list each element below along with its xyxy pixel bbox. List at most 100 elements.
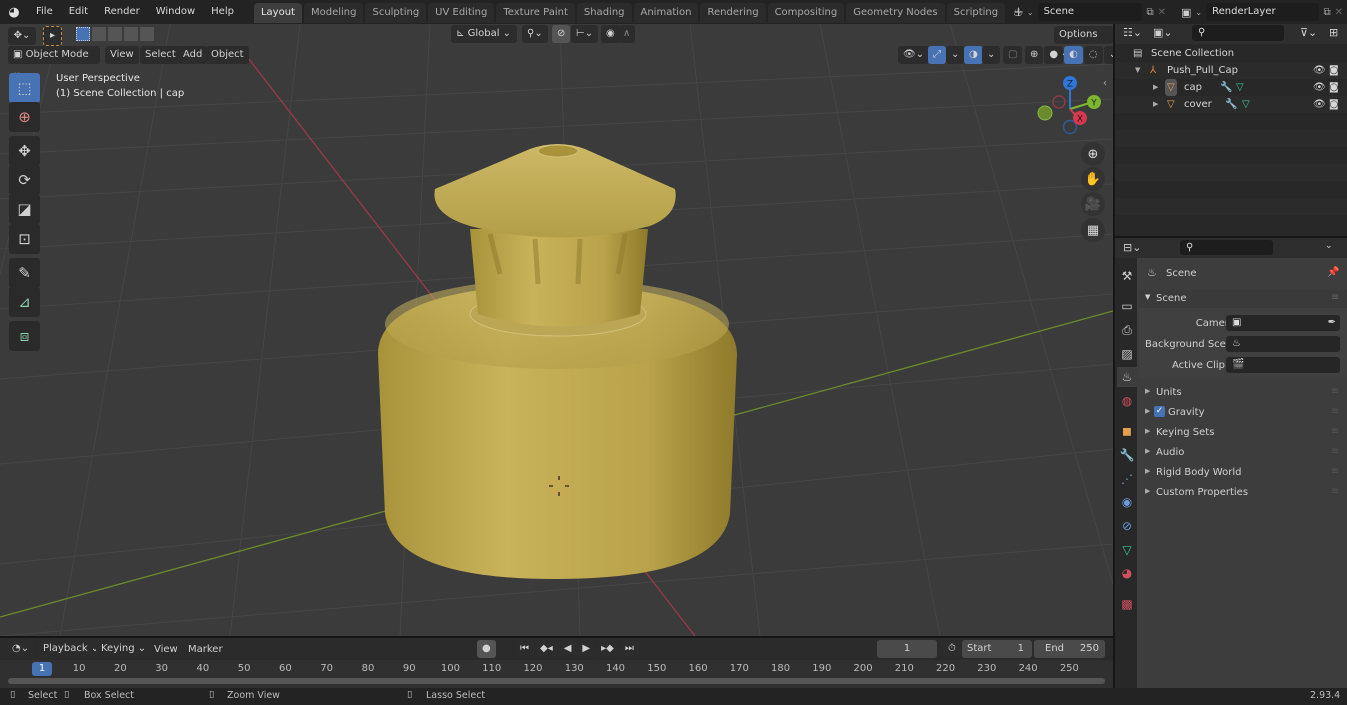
output-tab[interactable]: ⎙ — [1117, 320, 1137, 340]
constraints-tab[interactable]: ⊘ — [1117, 516, 1137, 536]
timeline-editor-type[interactable]: ◔⌄ — [7, 640, 35, 658]
gravity-checkbox[interactable]: ✓ — [1154, 406, 1165, 417]
scale-tool[interactable]: ◪ — [9, 194, 40, 224]
subpanel-rigid-body-world[interactable]: ▶ Rigid Body World ≡ — [1139, 464, 1347, 482]
playhead[interactable]: 1 — [32, 662, 52, 676]
outliner-search-input[interactable]: ⚲ — [1192, 25, 1284, 41]
filter-view-layer-dropdown[interactable]: ▣⌄ — [1153, 26, 1173, 39]
outliner-row-object[interactable]: ▶ ▽ cover 🔧 ▽ 👁 ◙ — [1115, 96, 1347, 113]
drag-handle-icon[interactable]: ≡ — [1331, 406, 1339, 417]
tab-shading[interactable]: Shading — [576, 3, 632, 23]
select-intersect-icon[interactable] — [140, 27, 154, 41]
outliner-row-collection[interactable]: ▼ ⅄ Push_Pull_Cap 👁 ◙ — [1115, 62, 1347, 79]
view-layer-tab[interactable]: ▨ — [1117, 344, 1137, 364]
drag-handle-icon[interactable]: ≡ — [1331, 446, 1339, 457]
expand-arrow-icon[interactable]: ▼ — [1135, 62, 1140, 79]
visibility-eye-icon[interactable]: 👁 — [1313, 79, 1326, 96]
auto-keying-toggle[interactable]: ● — [477, 640, 496, 658]
display-mode-dropdown[interactable]: ☷⌄ — [1123, 26, 1142, 39]
new-view-layer-icon[interactable]: ⧉ — [1323, 7, 1330, 18]
shading-dropdown[interactable]: ⌄ — [1103, 46, 1113, 64]
subpanel-units[interactable]: ▶ Units ≡ — [1139, 384, 1347, 402]
material-tab[interactable]: ◕ — [1117, 563, 1137, 583]
tab-scripting[interactable]: Scripting — [946, 3, 1006, 23]
outliner-row-scene-collection[interactable]: ▤ Scene Collection — [1115, 45, 1347, 62]
gizmo-dropdown[interactable]: ⌄ — [946, 46, 965, 64]
outliner-row-object[interactable]: ▶ ▽ cap 🔧 ▽ 👁 ◙ — [1115, 79, 1347, 96]
proportional-edit-toggle[interactable]: ◉ — [601, 25, 620, 43]
tab-uv-editing[interactable]: UV Editing — [428, 3, 495, 23]
play-reverse-button[interactable]: ◀ — [558, 640, 577, 658]
tool-tab[interactable]: ⚒ — [1117, 266, 1137, 286]
visibility-dropdown[interactable]: 👁⌄ — [898, 46, 930, 64]
background-scene-field[interactable]: ♨ — [1226, 336, 1340, 352]
view-menu[interactable]: View — [154, 644, 178, 655]
3d-viewport[interactable]: ✥⌄ ▸ ▣ Object Mode ⌄ View Select Add Obj… — [0, 24, 1113, 636]
camera-field[interactable]: ▣ ✒ — [1226, 315, 1340, 331]
play-button[interactable]: ▶ — [577, 640, 596, 658]
select-subtract-icon[interactable] — [108, 27, 122, 41]
select-menu[interactable]: Select — [140, 46, 181, 64]
sidebar-toggle[interactable]: ‹ — [1103, 78, 1107, 89]
camera-view-button[interactable]: 🎥 — [1081, 192, 1105, 216]
tab-layout[interactable]: Layout — [253, 3, 302, 23]
preview-range-toggle[interactable]: ⏱ — [943, 640, 961, 658]
tab-modeling[interactable]: Modeling — [303, 3, 364, 23]
world-tab[interactable]: ◍ — [1117, 391, 1137, 411]
menu-edit[interactable]: Edit — [61, 0, 96, 24]
delete-view-layer-icon[interactable]: ✕ — [1335, 7, 1343, 18]
editor-type-dropdown[interactable]: ⊟⌄ — [1123, 241, 1141, 254]
expand-arrow-icon[interactable]: ▶ — [1153, 79, 1158, 96]
prev-keyframe-button[interactable]: ◆◂ — [535, 640, 558, 658]
modifier-tab[interactable]: 🔧 — [1117, 445, 1137, 465]
scene-name-field[interactable]: Scene — [1037, 3, 1143, 21]
tab-sculpting[interactable]: Sculpting — [365, 3, 427, 23]
current-frame-field[interactable]: 1 — [877, 640, 937, 658]
tab-animation[interactable]: Animation — [633, 3, 699, 23]
keying-menu[interactable]: Keying ⌄ — [96, 640, 152, 658]
overlay-toggle[interactable]: ◑ — [964, 46, 983, 64]
view-layer-selector[interactable]: ▣ ⌄ RenderLayer ⧉ ✕ — [1181, 3, 1343, 21]
object-mode-dropdown[interactable]: ▣ Object Mode ⌄ — [8, 46, 100, 78]
overlay-dropdown[interactable]: ⌄ — [982, 46, 1001, 64]
active-clip-field[interactable]: 🎬 — [1226, 357, 1340, 373]
transform-orientation-dropdown[interactable]: ⊾ Global ⌄ — [451, 25, 517, 43]
pivot-point-dropdown[interactable]: ⚲⌄ — [522, 25, 548, 43]
rotate-tool[interactable]: ⟳ — [9, 165, 40, 195]
end-frame-field[interactable]: End 250 — [1034, 640, 1105, 658]
frame-ruler[interactable]: 1 10 20 30 40 50 60 70 80 90 100 110 120 130 140 150 16… — [0, 660, 1113, 678]
data-tab[interactable]: ▽ — [1117, 540, 1137, 560]
subpanel-gravity[interactable]: ▶ ✓ Gravity ≡ — [1139, 404, 1347, 422]
select-box-tool[interactable]: ⬚ — [9, 73, 40, 103]
subpanel-audio[interactable]: ▶ Audio ≡ — [1139, 444, 1347, 462]
pin-icon[interactable]: 📌 — [1327, 267, 1339, 278]
options-dropdown[interactable]: Options ⌄ — [1054, 26, 1113, 58]
timeline-scrollbar[interactable] — [8, 678, 1105, 684]
subpanel-custom-properties[interactable]: ▶ Custom Properties ≡ — [1139, 484, 1347, 502]
properties-search-input[interactable]: ⚲ — [1180, 240, 1273, 255]
zoom-view-button[interactable]: ⊕ — [1081, 142, 1105, 166]
visibility-eye-icon[interactable]: 👁 — [1313, 96, 1326, 113]
physics-tab[interactable]: ◉ — [1117, 492, 1137, 512]
object-menu[interactable]: Object — [206, 46, 249, 64]
new-collection-icon[interactable]: ⊞ — [1329, 26, 1338, 39]
expand-arrow-icon[interactable]: ▶ — [1153, 96, 1158, 113]
next-keyframe-button[interactable]: ▸◆ — [596, 640, 619, 658]
move-tool[interactable]: ✥ — [9, 136, 40, 166]
visibility-eye-icon[interactable]: 👁 — [1313, 62, 1326, 79]
playback-menu[interactable]: Playback ⌄ — [38, 640, 105, 658]
eyedropper-icon[interactable]: ✒ — [1328, 315, 1336, 331]
drag-handle-icon[interactable]: ≡ — [1331, 426, 1339, 437]
cursor-tool[interactable]: ⊕ — [9, 102, 40, 132]
object-tab[interactable]: ◼ — [1117, 421, 1137, 441]
filter-dropdown[interactable]: ⊽⌄ — [1300, 26, 1317, 39]
delete-scene-icon[interactable]: ✕ — [1158, 7, 1166, 18]
editor-type-button[interactable]: ✥⌄ — [8, 27, 36, 45]
menu-help[interactable]: Help — [203, 0, 242, 24]
material-shading-icon[interactable]: ◐ — [1064, 46, 1083, 64]
drag-handle-icon[interactable]: ≡ — [1331, 386, 1339, 397]
tab-rendering[interactable]: Rendering — [700, 3, 766, 23]
select-set-icon[interactable] — [76, 27, 90, 41]
add-menu[interactable]: Add — [178, 46, 208, 64]
selection-mode-group[interactable] — [76, 27, 154, 43]
